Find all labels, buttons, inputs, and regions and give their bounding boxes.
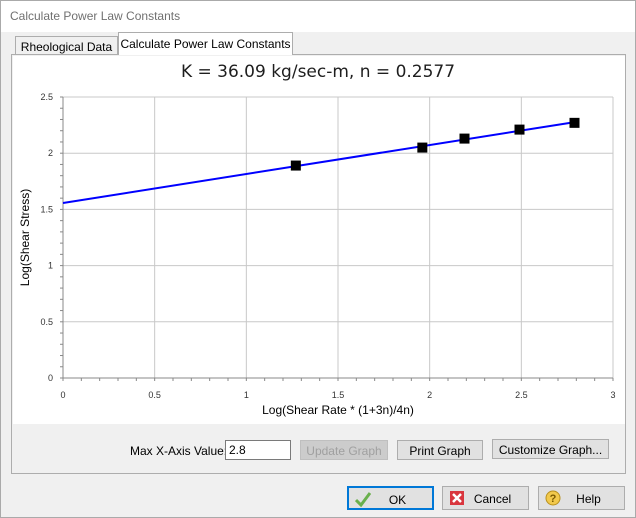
x-tick-label: 1.5 xyxy=(332,390,345,400)
data-point xyxy=(514,124,525,135)
customize-graph-button[interactable]: Customize Graph... xyxy=(492,439,609,459)
y-tick-label: 2.5 xyxy=(40,92,53,102)
x-tick-label: 0 xyxy=(60,390,65,400)
tab-label: Calculate Power Law Constants xyxy=(120,37,291,51)
ok-button[interactable]: OK xyxy=(347,486,434,510)
update-graph-button[interactable]: Update Graph xyxy=(300,440,388,460)
y-tick-label: 1 xyxy=(48,261,53,271)
power-law-chart: 0 0.5 1 1.5 2 2.5 3 0 0.5 1 1.5 2 2.5 Log(Shear Rate … xyxy=(18,92,616,417)
y-tick-label: 0.5 xyxy=(40,317,53,327)
x-tick-label: 2.5 xyxy=(515,390,528,400)
max-x-input[interactable] xyxy=(225,440,291,460)
tab-calculate-power-law-constants[interactable]: Calculate Power Law Constants xyxy=(118,32,293,55)
fit-line xyxy=(62,120,577,204)
data-point xyxy=(417,142,428,153)
ok-label: OK xyxy=(388,493,407,507)
x-axis-label: Log(Shear Rate * (1+3n)/4n) xyxy=(262,403,414,417)
max-x-label: Max X-Axis Value: xyxy=(130,444,228,458)
x-tick-label: 1 xyxy=(244,390,249,400)
x-tick-label: 0.5 xyxy=(148,390,161,400)
x-tick-label: 3 xyxy=(610,390,615,400)
y-tick-label: 1.5 xyxy=(40,204,53,214)
cancel-label: Cancel xyxy=(473,492,512,506)
help-label: Help xyxy=(576,492,601,506)
data-point xyxy=(459,133,470,144)
y-tick-label: 2 xyxy=(48,148,53,158)
x-tick-label: 2 xyxy=(427,390,432,400)
cancel-button[interactable]: Cancel xyxy=(442,486,529,510)
print-graph-button[interactable]: Print Graph xyxy=(397,440,483,460)
data-point xyxy=(569,117,580,128)
data-point xyxy=(290,160,301,171)
y-tick-label: 0 xyxy=(48,373,53,383)
y-axis-label: Log(Shear Stress) xyxy=(18,189,32,286)
help-button[interactable]: ? Help xyxy=(538,486,625,510)
